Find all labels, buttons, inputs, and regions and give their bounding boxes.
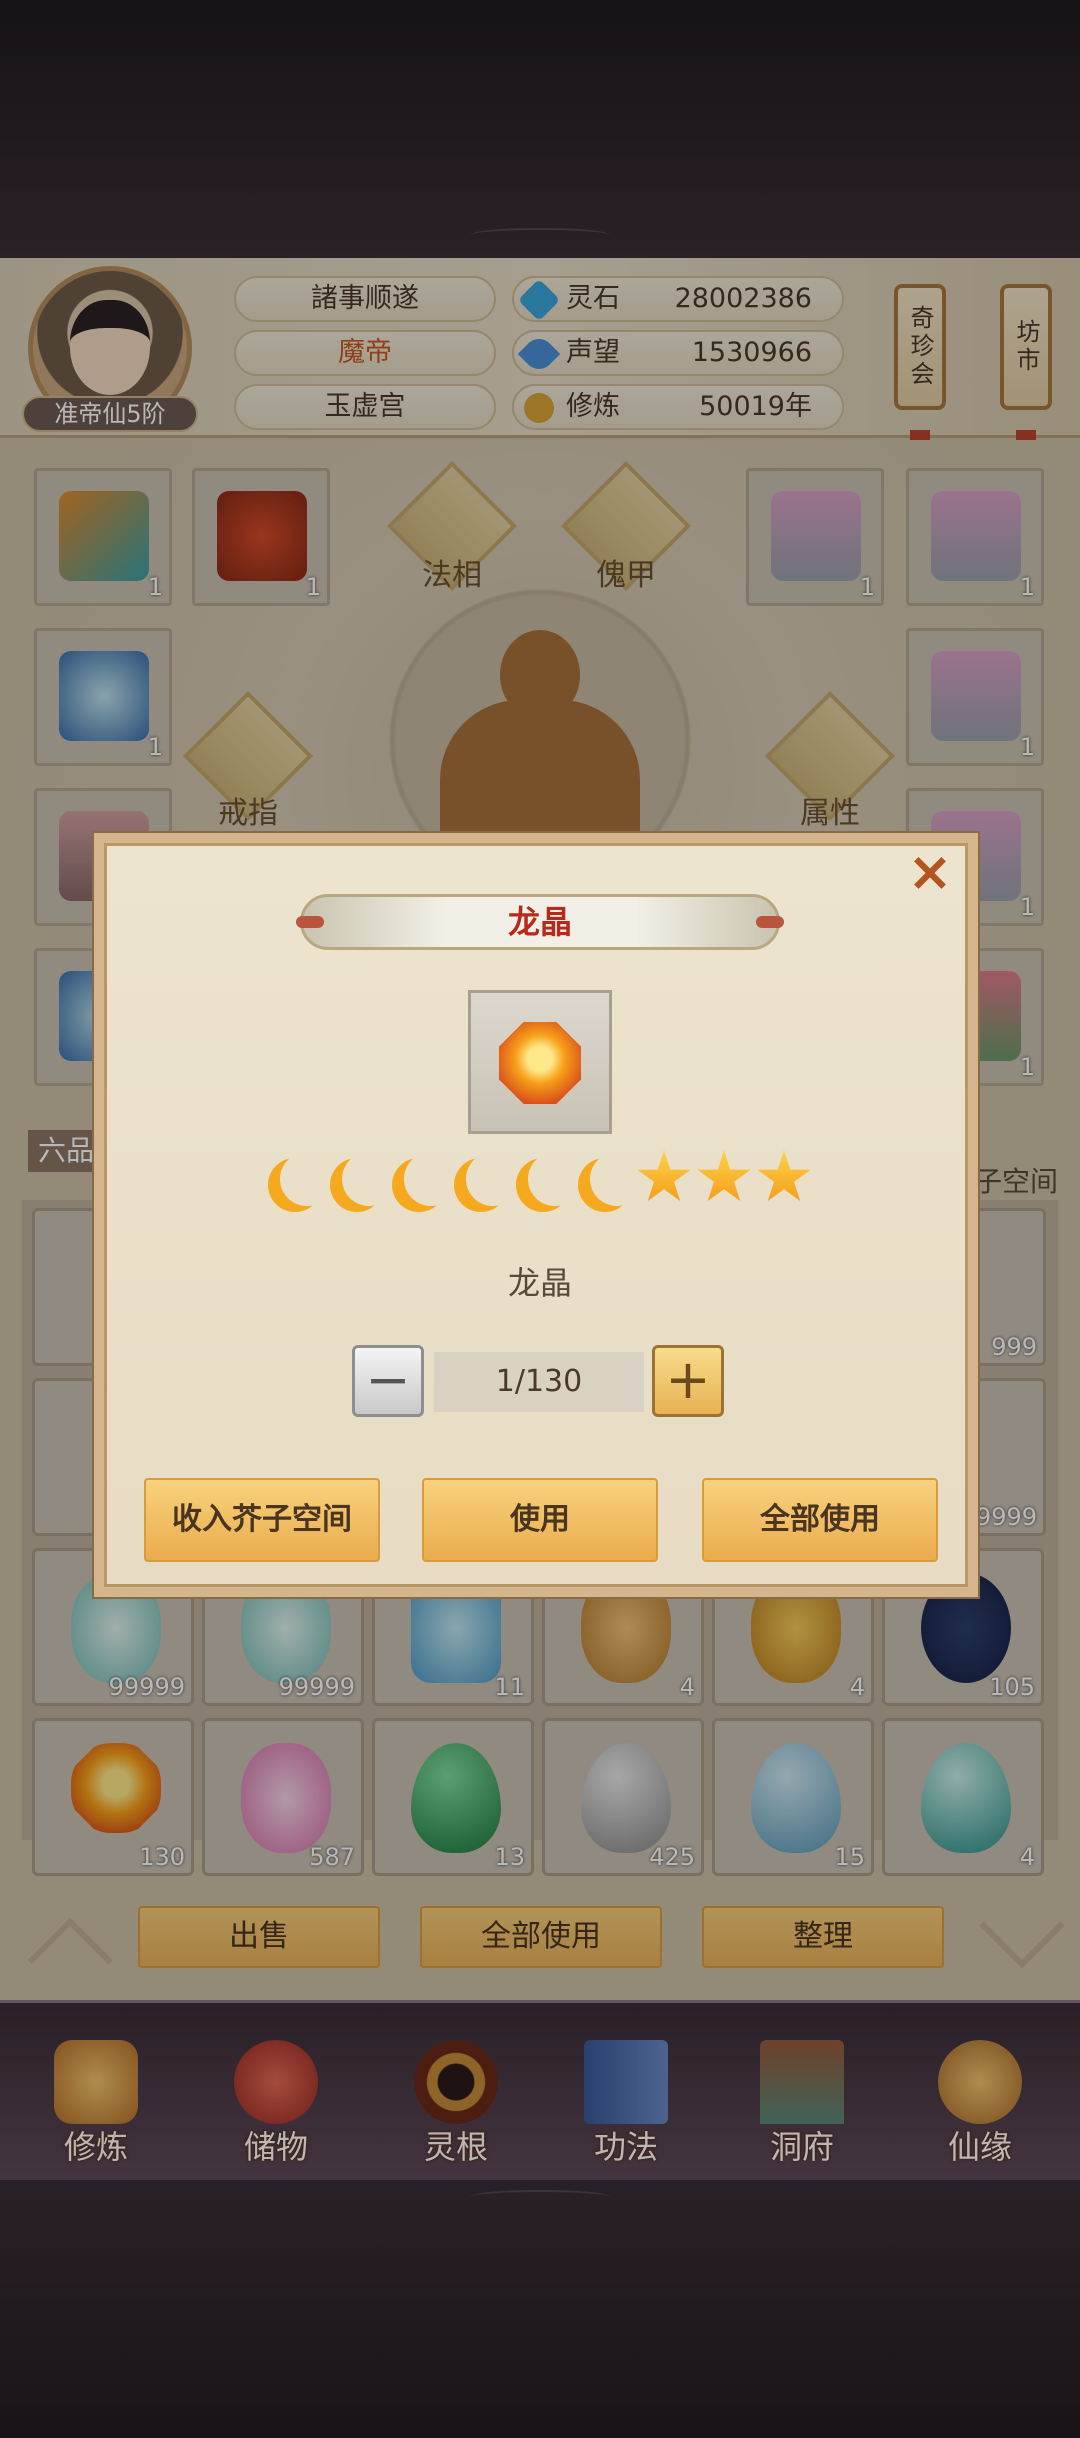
dragon-crystal-icon — [499, 1022, 581, 1104]
store-to-space-button[interactable]: 收入芥子空间 — [144, 1478, 380, 1562]
moon-icon — [466, 1152, 520, 1206]
moon-icon — [342, 1152, 396, 1206]
dialog-title: 龙晶 — [507, 903, 572, 941]
use-all-dialog-button[interactable]: 全部使用 — [702, 1478, 938, 1562]
quantity-field[interactable]: 1/130 — [434, 1352, 644, 1412]
use-button[interactable]: 使用 — [422, 1478, 658, 1562]
star-icon — [697, 1150, 751, 1201]
close-icon[interactable]: × — [905, 845, 955, 900]
quantity-decrease-button[interactable]: − — [352, 1345, 424, 1417]
item-name: 龙晶 — [507, 1264, 572, 1302]
moon-icon — [280, 1152, 334, 1206]
item-grade-stars — [264, 1150, 816, 1210]
star-icon — [637, 1150, 691, 1201]
quantity-increase-button[interactable]: + — [652, 1345, 724, 1417]
moon-icon — [404, 1152, 458, 1206]
moon-icon — [590, 1152, 644, 1206]
star-icon — [757, 1150, 811, 1201]
moon-icon — [528, 1152, 582, 1206]
